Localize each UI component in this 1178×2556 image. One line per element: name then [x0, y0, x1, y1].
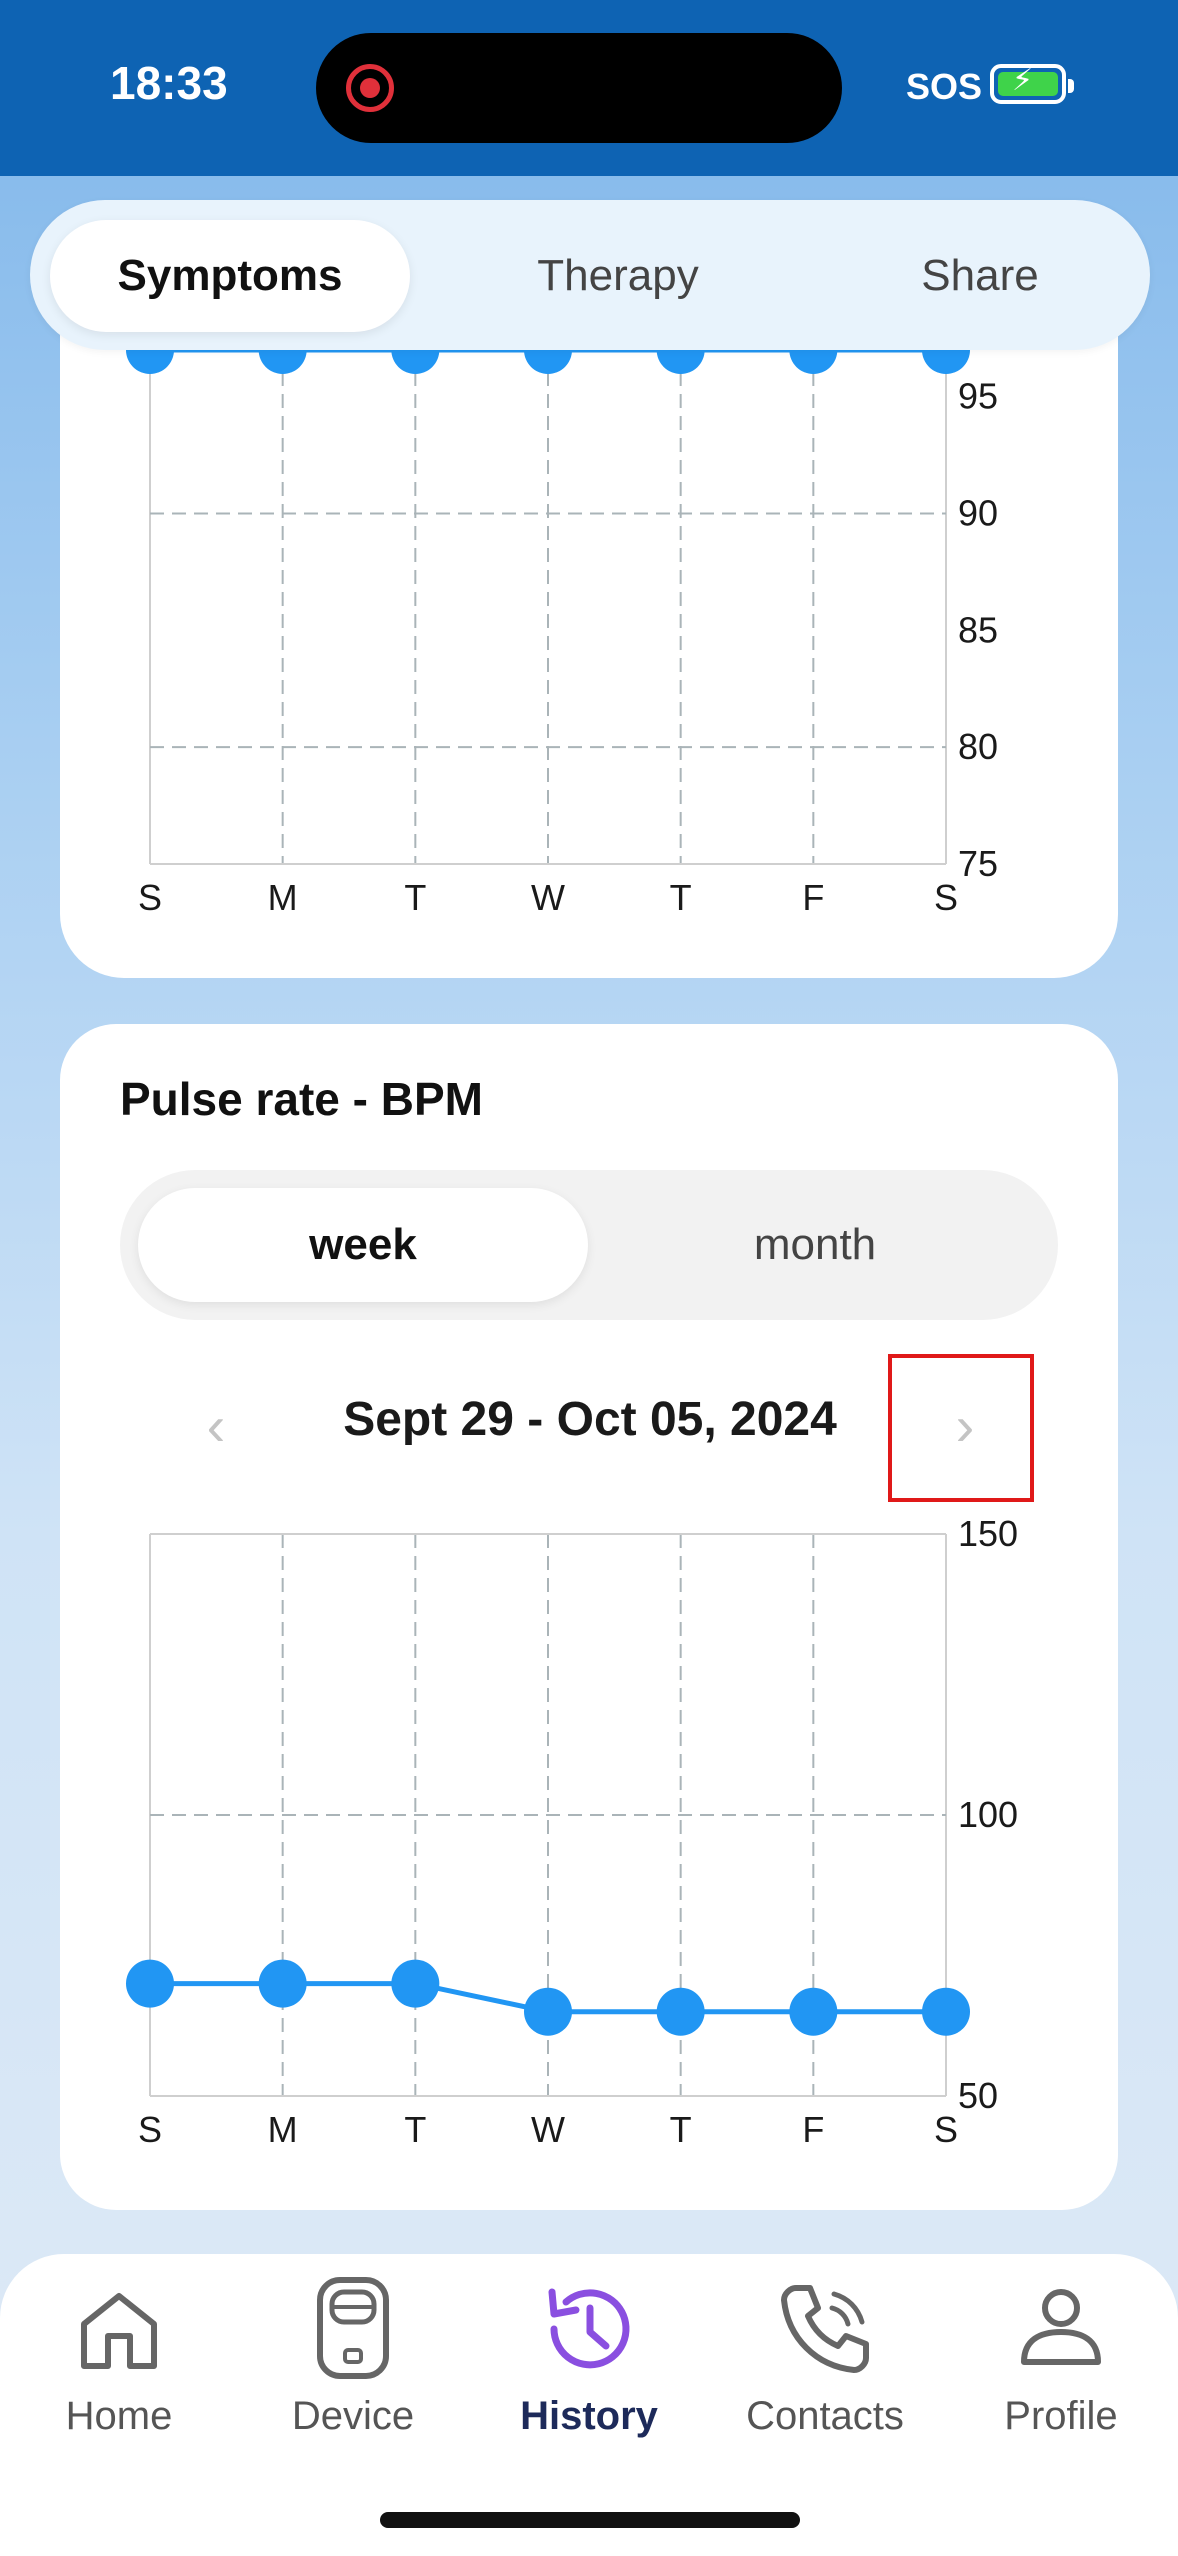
nav-device[interactable]: Device [248, 2274, 458, 2474]
phone-icon [781, 2285, 869, 2373]
pulse-x-tick-label: T [404, 2109, 426, 2150]
pulse-y-tick-label: 150 [958, 1513, 1018, 1554]
nav-history[interactable]: History [484, 2274, 694, 2474]
pulse-data-point [789, 1987, 838, 2036]
nav-contacts-label: Contacts [746, 2394, 904, 2438]
oxygen-x-tick-label: T [670, 877, 692, 918]
oxygen-x-tick-label: S [138, 877, 162, 918]
pulse-data-point [391, 1959, 440, 2008]
nav-profile[interactable]: Profile [956, 2274, 1166, 2474]
pulse-data-point [258, 1959, 307, 2008]
bottom-nav: Home Device History Contacts Profile [0, 2254, 1178, 2556]
home-icon [81, 2293, 157, 2369]
status-time: 18:33 [110, 57, 228, 109]
oxygen-x-tick-label: M [268, 877, 298, 918]
tab-share[interactable]: Share [800, 220, 1160, 332]
pulse-data-point [126, 1959, 174, 2008]
oxygen-x-tick-label: W [531, 877, 565, 918]
pulse-x-tick-label: S [934, 2109, 958, 2150]
dynamic-island [316, 33, 842, 143]
battery-icon: ⚡ [990, 64, 1074, 104]
tab-therapy[interactable]: Therapy [438, 220, 798, 332]
recording-icon [346, 64, 394, 112]
profile-icon [1021, 2289, 1101, 2365]
pulse-x-tick-label: W [531, 2109, 565, 2150]
pulse-x-tick-label: M [268, 2109, 298, 2150]
tab-symptoms[interactable]: Symptoms [50, 220, 410, 332]
nav-history-label: History [520, 2394, 658, 2438]
pulse-data-point [656, 1987, 705, 2036]
oxygen-y-tick-label: 85 [958, 609, 998, 650]
pulse-data-point [524, 1987, 572, 2036]
oxygen-y-tick-label: 95 [958, 376, 998, 417]
history-icon [548, 2288, 630, 2369]
top-tab-bar: Symptoms Therapy Share [30, 200, 1150, 350]
device-icon [317, 2277, 389, 2379]
nav-profile-label: Profile [1004, 2394, 1118, 2438]
nav-contacts[interactable]: Contacts [720, 2274, 930, 2474]
pulse-data-point [922, 1987, 970, 2036]
sos-indicator: SOS [906, 66, 983, 107]
nav-device-label: Device [291, 2394, 415, 2438]
pulse-x-tick-label: T [670, 2109, 692, 2150]
pulse-y-tick-label: 50 [958, 2075, 998, 2116]
oxygen-x-tick-label: F [802, 877, 824, 918]
oxygen-y-tick-label: 75 [958, 843, 998, 884]
charts-layer: 9590858075S M T W T F S15010050S M T W T F S [126, 326, 1018, 2150]
home-indicator [380, 2512, 800, 2528]
oxygen-x-tick-label: S [934, 877, 958, 918]
nav-home-label: Home [65, 2394, 173, 2438]
oxygen-y-tick-label: 80 [958, 726, 998, 767]
oxygen-y-tick-label: 90 [958, 493, 998, 534]
nav-home[interactable]: Home [14, 2274, 224, 2474]
pulse-x-tick-label: S [138, 2109, 162, 2150]
oxygen-x-tick-label: T [404, 877, 426, 918]
pulse-y-tick-label: 100 [958, 1794, 1018, 1835]
status-bar: 18:33 SOS ⚡ [0, 0, 1178, 176]
pulse-x-tick-label: F [802, 2109, 824, 2150]
